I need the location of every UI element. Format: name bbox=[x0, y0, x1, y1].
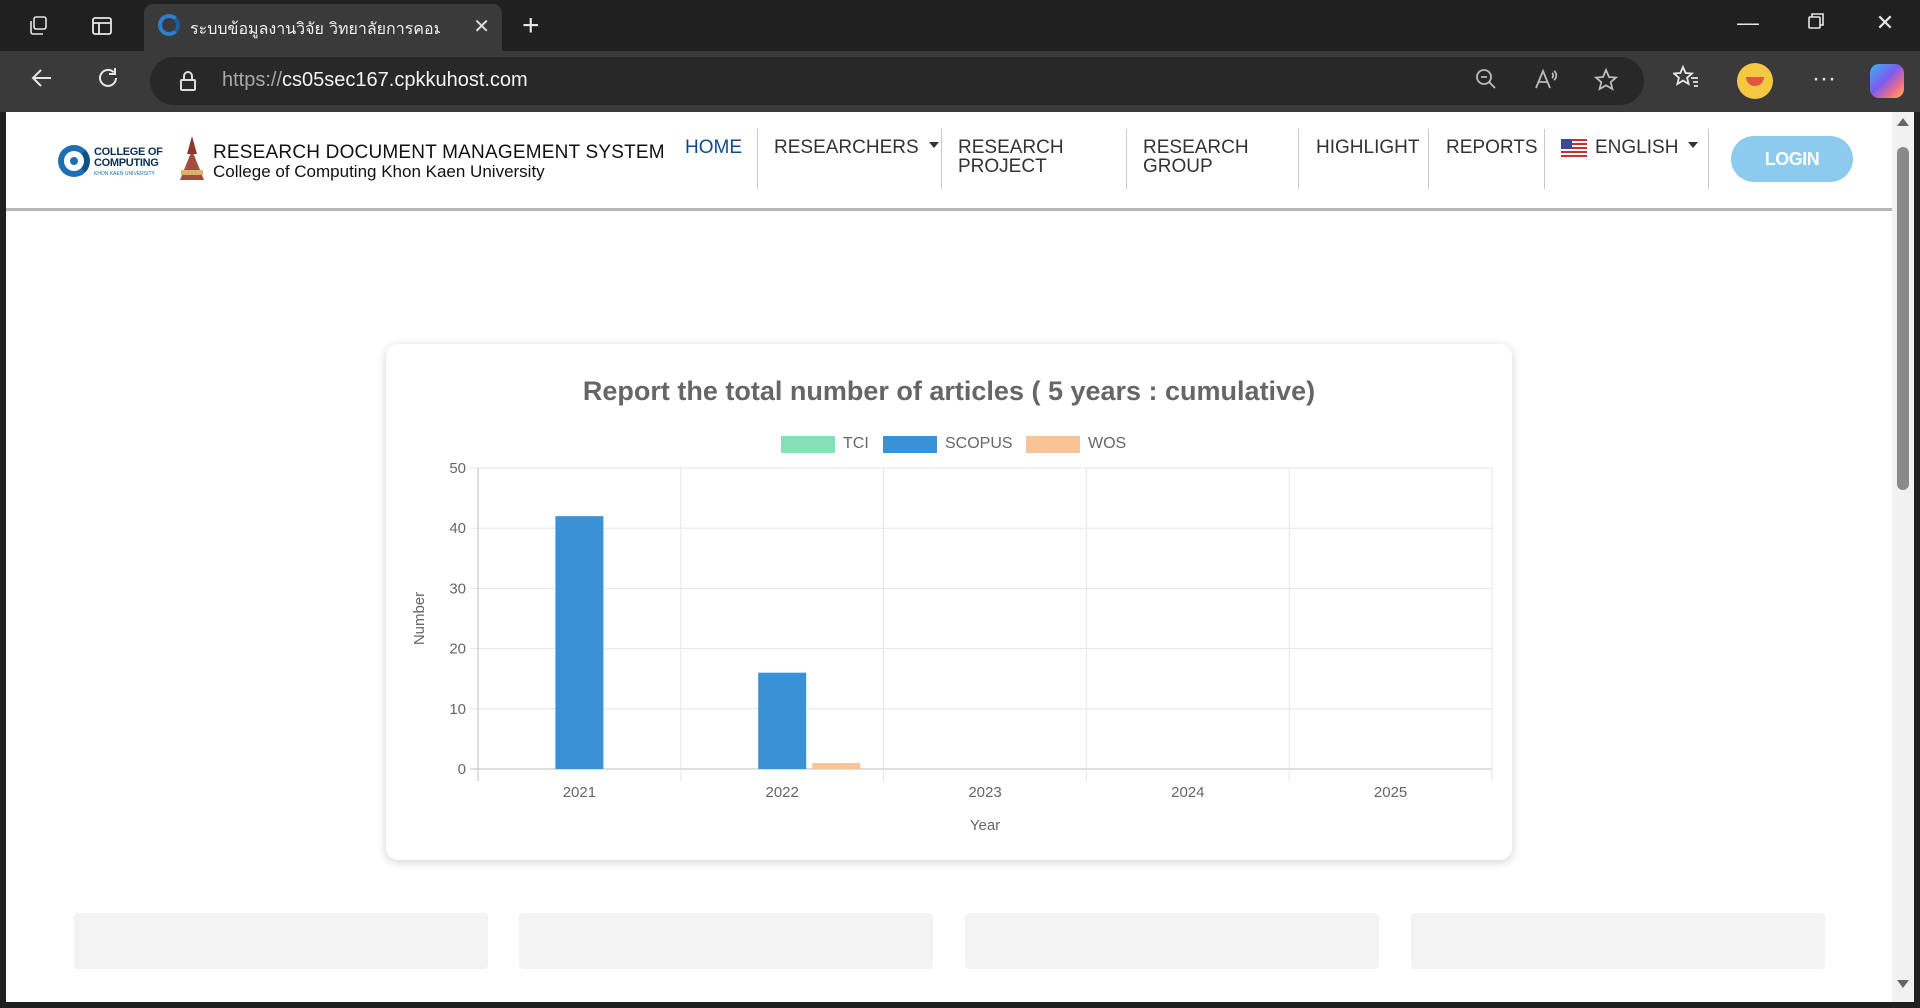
nav-highlight[interactable]: HIGHLIGHT bbox=[1316, 138, 1419, 157]
restore-icon[interactable] bbox=[1796, 10, 1836, 36]
nav-researchers[interactable]: RESEARCHERS bbox=[774, 138, 939, 157]
tab-close-icon[interactable]: ✕ bbox=[473, 14, 490, 39]
active-tab[interactable]: ระบบข้อมูลงานวิจัย วิทยาลัยการคอมพิวเตอร… bbox=[144, 4, 502, 51]
favorites-icon[interactable] bbox=[1668, 64, 1704, 96]
browser-toolbar: https://cs05sec167.cpkkuhost.com ··· bbox=[0, 51, 1920, 112]
page-scrollbar[interactable] bbox=[1892, 112, 1914, 1002]
chevron-down-icon bbox=[1688, 141, 1699, 148]
copilot-icon[interactable] bbox=[1870, 64, 1904, 98]
x-axis-title: Year bbox=[970, 817, 1000, 834]
page-viewport: COLLEGE OF COMPUTING KHON KAEN UNIVERSITY… bbox=[6, 112, 1892, 1002]
minimize-icon[interactable]: — bbox=[1728, 10, 1768, 36]
bar-scopus-2021 bbox=[555, 516, 604, 769]
chevron-down-icon bbox=[928, 141, 939, 148]
scroll-down-icon[interactable] bbox=[1897, 980, 1909, 988]
stat-card-placeholder bbox=[965, 913, 1379, 969]
nav-research-project[interactable]: RESEARCH PROJECT bbox=[958, 138, 1064, 176]
site-title: RESEARCH DOCUMENT MANAGEMENT SYSTEM bbox=[213, 142, 665, 163]
x-tick-label: 2025 bbox=[1374, 784, 1407, 801]
nav-language[interactable]: ENGLISH bbox=[1595, 138, 1699, 157]
nav-home[interactable]: HOME bbox=[685, 138, 742, 157]
bar-scopus-2022 bbox=[758, 672, 807, 769]
us-flag-icon[interactable] bbox=[1561, 139, 1587, 157]
new-tab-icon[interactable]: + bbox=[522, 9, 540, 43]
address-bar[interactable]: https://cs05sec167.cpkkuhost.com bbox=[150, 57, 1644, 105]
lock-icon[interactable] bbox=[180, 71, 196, 91]
site-favicon-icon bbox=[158, 14, 180, 36]
nav-reports[interactable]: REPORTS bbox=[1446, 138, 1538, 157]
more-options-icon[interactable]: ··· bbox=[1806, 65, 1842, 93]
nav-divider bbox=[1298, 129, 1299, 189]
y-tick-label: 20 bbox=[449, 641, 466, 658]
kku-emblem-logo[interactable] bbox=[178, 136, 206, 180]
url-text[interactable]: https://cs05sec167.cpkkuhost.com bbox=[222, 69, 528, 92]
y-tick-label: 0 bbox=[458, 761, 466, 778]
nav-divider bbox=[1708, 129, 1709, 189]
college-of-computing-logo[interactable]: COLLEGE OF COMPUTING KHON KAEN UNIVERSITY bbox=[58, 145, 176, 179]
x-tick-label: 2023 bbox=[968, 784, 1001, 801]
favorite-star-icon[interactable] bbox=[1592, 67, 1620, 98]
browser-tab-bar: ระบบข้อมูลงานวิจัย วิทยาลัยการคอมพิวเตอร… bbox=[0, 0, 1920, 51]
y-tick-label: 40 bbox=[449, 520, 466, 537]
y-tick-label: 50 bbox=[449, 460, 466, 477]
back-icon[interactable] bbox=[24, 65, 60, 98]
bar-chart: 0 10 20 30 40 50 2021 2022 2023 2024 2025 Year Numbe… bbox=[411, 460, 1493, 834]
x-tick-label: 2024 bbox=[1171, 784, 1204, 801]
chart-card: Report the total number of articles ( 5 … bbox=[386, 344, 1512, 860]
stat-card-placeholder bbox=[1411, 913, 1825, 969]
nav-divider bbox=[941, 129, 942, 189]
tab-title: ระบบข้อมูลงานวิจัย วิทยาลัยการคอมพิวเตอร… bbox=[190, 19, 440, 38]
tab-actions-icon[interactable] bbox=[88, 12, 116, 40]
nav-divider bbox=[1428, 129, 1429, 189]
site-subtitle: College of Computing Khon Kaen Universit… bbox=[213, 162, 545, 181]
read-aloud-icon[interactable] bbox=[1532, 68, 1560, 96]
y-tick-label: 30 bbox=[449, 580, 466, 597]
stat-card-placeholder bbox=[74, 913, 488, 969]
nav-divider bbox=[1544, 129, 1545, 189]
y-axis-title: Number bbox=[411, 592, 428, 645]
x-tick-label: 2022 bbox=[766, 784, 799, 801]
login-button[interactable]: LOGIN bbox=[1731, 136, 1853, 182]
x-tick-label: 2021 bbox=[563, 784, 596, 801]
workspaces-icon[interactable] bbox=[24, 12, 52, 40]
profile-avatar[interactable] bbox=[1737, 63, 1773, 99]
zoom-out-icon[interactable] bbox=[1472, 68, 1500, 96]
nav-divider bbox=[757, 129, 758, 189]
site-header: COLLEGE OF COMPUTING KHON KAEN UNIVERSITY… bbox=[6, 112, 1892, 211]
bar-wos-2022 bbox=[812, 762, 861, 769]
scroll-up-icon[interactable] bbox=[1897, 118, 1909, 126]
nav-divider bbox=[1126, 129, 1127, 189]
y-tick-label: 10 bbox=[449, 701, 466, 718]
nav-research-group[interactable]: RESEARCH GROUP bbox=[1143, 138, 1249, 176]
scroll-thumb[interactable] bbox=[1897, 147, 1909, 490]
close-window-icon[interactable]: ✕ bbox=[1865, 10, 1905, 36]
stat-card-placeholder bbox=[519, 913, 933, 969]
refresh-icon[interactable] bbox=[90, 65, 126, 98]
